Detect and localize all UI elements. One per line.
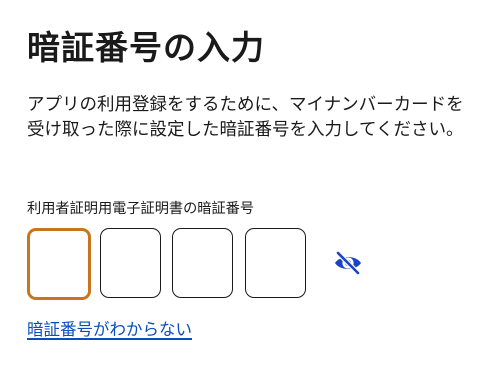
pin-digit-4-input[interactable] (245, 228, 306, 298)
pin-digit-2-input[interactable] (100, 228, 161, 298)
toggle-pin-visibility-button[interactable] (333, 250, 363, 276)
eye-slash-icon (335, 250, 361, 276)
pin-digit-1-input[interactable] (27, 228, 91, 300)
pin-digit-3-input[interactable] (172, 228, 233, 298)
page-title: 暗証番号の入力 (27, 28, 265, 67)
forgot-pin-link[interactable]: 暗証番号がわからない (27, 318, 192, 342)
description-text: アプリの利用登録をするために、マイナンバーカードを受け取った際に設定した暗証番号… (27, 95, 464, 140)
pin-field-label: 利用者証明用電子証明書の暗証番号 (27, 201, 255, 217)
